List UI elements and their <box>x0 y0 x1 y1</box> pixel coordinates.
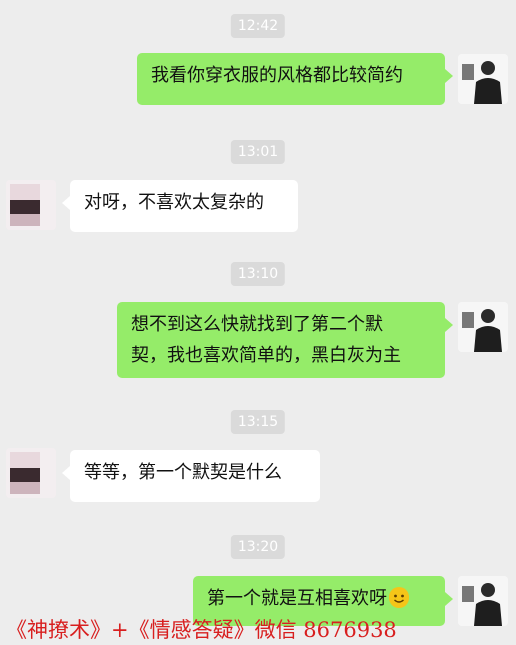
message-text: 第一个就是互相喜欢呀 <box>207 588 387 609</box>
watermark-text: 《神撩术》+《情感答疑》微信 8676938 <box>6 618 397 642</box>
message-text-line: 想不到这么快就找到了第二个默 <box>131 314 383 335</box>
timestamp: 13:01 <box>230 140 286 164</box>
contact-message-bubble[interactable]: 对呀，不喜欢太复杂的 <box>62 180 298 232</box>
timestamp: 13:10 <box>230 262 286 286</box>
avatar-blurred-icon <box>6 180 56 230</box>
message-text: 等等，第一个默契是什么 <box>84 462 282 483</box>
message-text: 对呀，不喜欢太复杂的 <box>84 192 264 213</box>
timestamp: 13:20 <box>230 535 286 559</box>
avatar-blurred-icon <box>6 448 56 498</box>
smiling-face-emoji-icon <box>389 587 409 608</box>
timestamp: 13:15 <box>230 410 286 434</box>
timestamp: 12:42 <box>230 14 286 38</box>
contact-avatar[interactable] <box>6 448 56 498</box>
avatar-photo-icon <box>458 54 508 104</box>
contact-message-bubble[interactable]: 等等，第一个默契是什么 <box>62 450 320 502</box>
my-avatar[interactable] <box>458 302 508 352</box>
my-message-bubble[interactable]: 想不到这么快就找到了第二个默 契，我也喜欢简单的，黑白灰为主 <box>117 302 453 378</box>
my-avatar[interactable] <box>458 54 508 104</box>
contact-avatar[interactable] <box>6 180 56 230</box>
message-text: 我看你穿衣服的风格都比较简约 <box>151 65 403 86</box>
message-text-line: 契，我也喜欢简单的，黑白灰为主 <box>131 345 401 366</box>
avatar-photo-icon <box>458 302 508 352</box>
my-message-bubble[interactable]: 我看你穿衣服的风格都比较简约 <box>137 53 453 105</box>
